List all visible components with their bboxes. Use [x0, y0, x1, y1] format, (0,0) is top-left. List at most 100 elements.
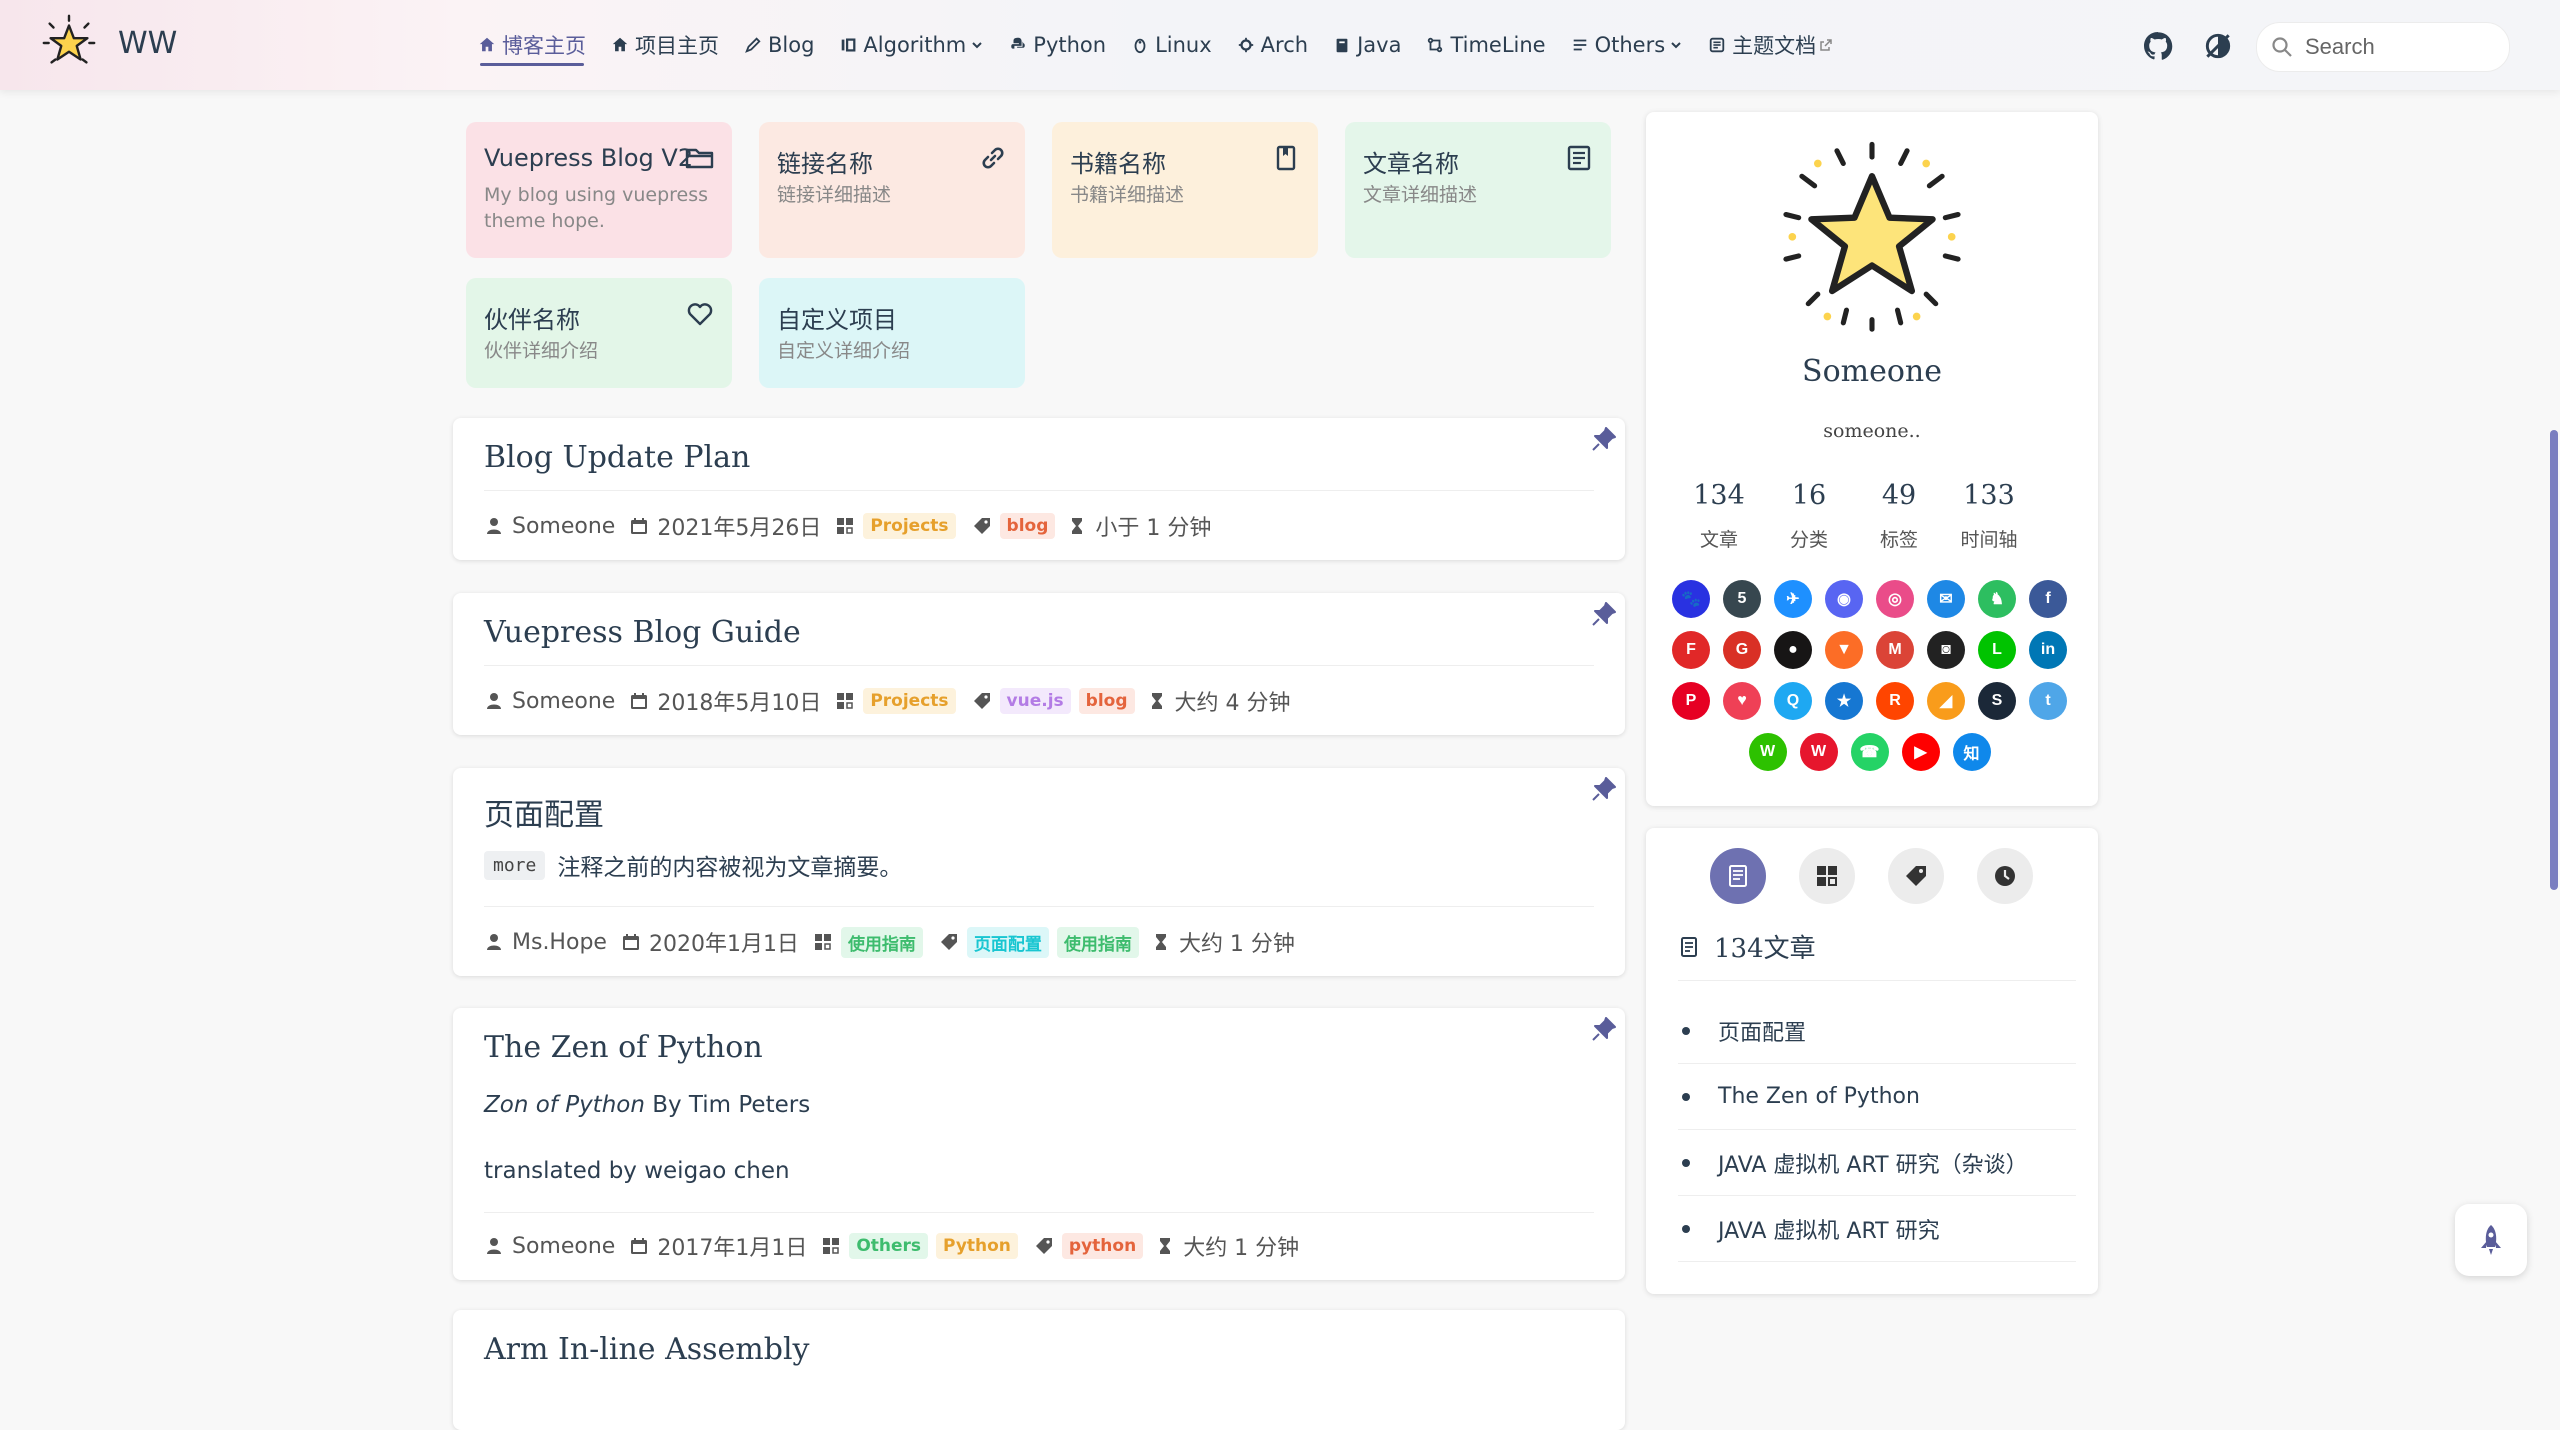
article-title[interactable]: The Zen of Python [484, 1030, 763, 1065]
discord-icon[interactable]: ◉ [1825, 580, 1863, 618]
qzone-icon[interactable]: ★ [1825, 682, 1863, 720]
pinterest-icon[interactable]: P [1672, 682, 1710, 720]
article-card[interactable]: The Zen of Python Zon of Python By Tim P… [453, 1008, 1625, 1280]
nav-item-java[interactable]: Java [1333, 0, 1401, 90]
tab-timeline[interactable] [1977, 848, 2033, 904]
article-title[interactable]: Blog Update Plan [484, 440, 750, 475]
tab-articles[interactable] [1710, 848, 1766, 904]
article-title[interactable]: Arm In-line Assembly [484, 1332, 810, 1367]
category-tag[interactable]: Projects [863, 688, 956, 714]
bird-icon[interactable]: ✈ [1774, 580, 1812, 618]
bitbucket-html5-icon[interactable]: 5 [1723, 580, 1761, 618]
project-card[interactable]: 文章名称 文章详细描述 [1345, 122, 1611, 258]
category-tag[interactable]: Others [849, 1233, 929, 1259]
search-input[interactable] [2303, 33, 2497, 61]
github-icon[interactable]: ● [1774, 631, 1812, 669]
external-link-icon [1820, 39, 1832, 51]
nav-item-linux[interactable]: Linux [1131, 0, 1212, 90]
baidu-icon[interactable]: 🐾 [1672, 580, 1710, 618]
list-item[interactable]: The Zen of Python [1678, 1064, 2076, 1130]
evernote-icon[interactable]: ♞ [1978, 580, 2016, 618]
nav-item-blog[interactable]: Blog [744, 0, 814, 90]
article-card[interactable]: Vuepress Blog Guide Someone 2018年5月10日 P… [453, 593, 1625, 735]
nav-item-python[interactable]: Python [1009, 0, 1106, 90]
reddit-icon[interactable]: R [1876, 682, 1914, 720]
twitter-icon[interactable]: t [2029, 682, 2067, 720]
nav-item-theme-docs[interactable]: 主题文档 [1708, 0, 1833, 90]
youtube-icon[interactable]: ▶ [1901, 733, 1940, 771]
pocket-icon[interactable]: ♥ [1723, 682, 1761, 720]
tag-icon [1906, 866, 1926, 886]
article-card[interactable]: Arm In-line Assembly [453, 1310, 1625, 1430]
nav-item-blog-home[interactable]: 博客主页 [478, 0, 586, 90]
tag-label[interactable]: python [1061, 1233, 1144, 1259]
gmail-g-icon[interactable]: G [1723, 631, 1761, 669]
rss-icon[interactable]: ◢ [1927, 682, 1965, 720]
gitlab-icon[interactable]: ▼ [1825, 631, 1863, 669]
reading-time: 大约 4 分钟 [1174, 691, 1291, 716]
email-icon[interactable]: ✉ [1927, 580, 1965, 618]
list-item-label: The Zen of Python [1718, 1084, 1920, 1109]
article-author[interactable]: Someone [512, 689, 615, 714]
search-box[interactable] [2256, 22, 2510, 72]
qq-icon[interactable]: Q [1774, 682, 1812, 720]
tag-label[interactable]: 使用指南 [1056, 926, 1139, 958]
category-tag[interactable]: Projects [863, 513, 956, 539]
article-card[interactable]: Blog Update Plan Someone 2021年5月26日 Proj… [453, 418, 1625, 560]
nav-item-timeline[interactable]: TimeLine [1426, 0, 1546, 90]
zhihu-icon[interactable]: 知 [1952, 733, 1991, 771]
article-icon [1729, 865, 1747, 887]
dribbble-icon[interactable]: ◎ [1876, 580, 1914, 618]
linkedin-icon[interactable]: in [2029, 631, 2067, 669]
nav-item-project-home[interactable]: 项目主页 [611, 0, 719, 90]
facebook-icon[interactable]: f [2029, 580, 2067, 618]
project-card[interactable]: 自定义项目 自定义详细介绍 [759, 278, 1025, 388]
brand[interactable]: WW [38, 12, 177, 74]
category-tag[interactable]: Python [936, 1233, 1018, 1259]
list-item[interactable]: 页面配置 [1678, 998, 2076, 1064]
stat-categories[interactable]: 16 分类 [1764, 480, 1854, 552]
steam-icon[interactable]: S [1978, 682, 2016, 720]
article-meta: Someone 2017年1月1日 Others Python python 大… [484, 1230, 1299, 1262]
list-item[interactable]: JAVA 虚拟机 ART 研究 [1678, 1196, 2076, 1262]
home-icon [612, 37, 628, 52]
tag-label[interactable]: blog [1078, 688, 1135, 714]
weibo-icon[interactable]: W [1799, 733, 1838, 771]
article-author[interactable]: Someone [512, 514, 615, 539]
instagram-icon[interactable]: ◙ [1927, 631, 1965, 669]
project-card[interactable]: 伙伴名称 伙伴详细介绍 [466, 278, 732, 388]
article-author[interactable]: Someone [512, 1234, 615, 1259]
article-title[interactable]: 页面配置 [484, 790, 604, 834]
list-item[interactable]: JAVA 虚拟机 ART 研究（杂谈） [1678, 1130, 2076, 1196]
stat-tags[interactable]: 49 标签 [1854, 480, 1944, 552]
back-to-top-button[interactable] [2455, 1204, 2527, 1276]
tag-label[interactable]: blog [999, 513, 1056, 539]
tag-label[interactable]: 页面配置 [966, 926, 1049, 958]
tab-tags[interactable] [1888, 848, 1944, 904]
nav-item-label: Others [1594, 33, 1666, 57]
linux-icon [1134, 38, 1146, 54]
project-card[interactable]: Vuepress Blog V2 My blog using vuepress … [466, 122, 732, 258]
project-card[interactable]: 书籍名称 书籍详细描述 [1052, 122, 1318, 258]
category-tag[interactable]: 使用指南 [840, 926, 923, 958]
tag-label[interactable]: vue.js [999, 688, 1071, 714]
article-card[interactable]: 页面配置 more 注释之前的内容被视为文章摘要。 Ms.Hope 2020年1… [453, 768, 1625, 976]
article-title[interactable]: Vuepress Blog Guide [484, 615, 801, 650]
nav-item-arch[interactable]: Arch [1237, 0, 1308, 90]
nav-item-others[interactable]: Others [1571, 0, 1684, 90]
scrollbar[interactable] [2550, 430, 2558, 890]
docs-icon [1709, 37, 1725, 53]
tab-categories[interactable] [1799, 848, 1855, 904]
theme-toggle-icon[interactable] [2202, 30, 2234, 62]
stat-timeline[interactable]: 133 时间轴 [1944, 480, 2034, 552]
wechat-icon[interactable]: W [1748, 733, 1787, 771]
stat-articles[interactable]: 134 文章 [1674, 480, 1764, 552]
gmail-icon[interactable]: M [1876, 631, 1914, 669]
line-icon[interactable]: L [1978, 631, 2016, 669]
whatsapp-icon[interactable]: ☎ [1850, 733, 1889, 771]
flipboard-icon[interactable]: F [1672, 631, 1710, 669]
project-card[interactable]: 链接名称 链接详细描述 [759, 122, 1025, 258]
article-author[interactable]: Ms.Hope [512, 930, 607, 955]
github-icon[interactable] [2142, 30, 2174, 62]
nav-item-algorithm[interactable]: Algorithm [839, 0, 984, 90]
